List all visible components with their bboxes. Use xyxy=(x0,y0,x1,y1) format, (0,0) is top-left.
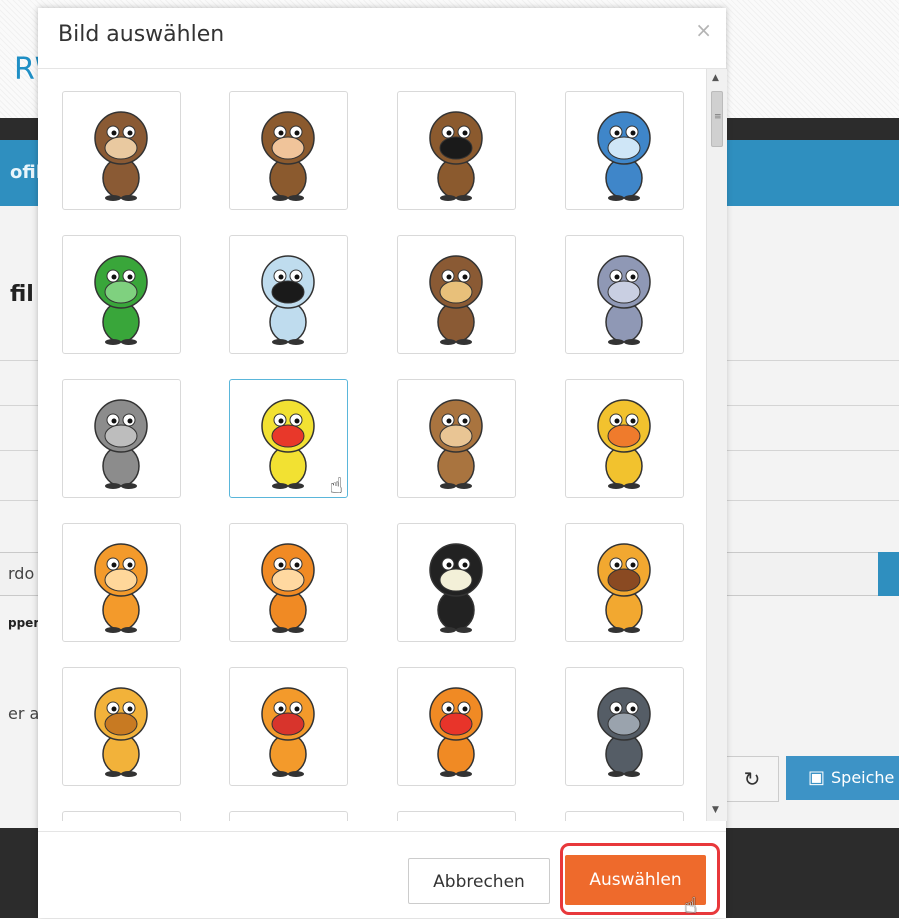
scrollbar-thumb[interactable]: ≡ xyxy=(711,91,723,147)
chicken-icon xyxy=(261,687,315,777)
animal-tile-dolphin[interactable] xyxy=(565,91,684,210)
moose-icon xyxy=(429,255,483,345)
divider xyxy=(38,831,726,832)
animal-tile-rooster[interactable] xyxy=(397,667,516,786)
background-input-button[interactable] xyxy=(878,552,899,596)
fish-icon xyxy=(597,399,651,489)
animal-tile-monkey-2[interactable] xyxy=(229,91,348,210)
crocodile-icon xyxy=(94,255,148,345)
animal-tile-fish[interactable] xyxy=(565,379,684,498)
animal-tile-giraffe-2[interactable] xyxy=(62,667,181,786)
save-label: Speiche xyxy=(831,768,895,787)
owl-icon xyxy=(429,399,483,489)
image-picker-dialog: Bild auswählen × ☝ ▲ ≡ ▼ Abbrechen Auswä… xyxy=(38,8,727,919)
animal-tile-animal-22[interactable] xyxy=(229,811,348,821)
refresh-button[interactable]: ↻ xyxy=(725,756,779,802)
close-icon[interactable]: × xyxy=(695,18,712,42)
polar-bear-icon xyxy=(261,255,315,345)
giraffe-icon xyxy=(597,543,651,633)
background-input-value: rdo xyxy=(8,564,35,583)
hand-cursor-icon: ☝ xyxy=(329,474,343,499)
scroll-down-arrow-icon[interactable]: ▼ xyxy=(712,805,719,815)
animal-tile-duck[interactable]: ☝ xyxy=(229,379,348,499)
duck-icon xyxy=(261,399,315,489)
animal-tile-animal-24[interactable] xyxy=(565,811,684,821)
animal-tile-elephant-2[interactable] xyxy=(62,379,181,498)
floppy-disk-icon: ▣ xyxy=(808,767,826,788)
animal-tile-elephant[interactable] xyxy=(565,235,684,354)
animal-tile-animal-21[interactable] xyxy=(62,811,181,821)
scrollbar[interactable]: ▲ ≡ ▼ xyxy=(706,69,727,821)
background-text: er a xyxy=(8,704,40,723)
elephant-icon xyxy=(597,255,651,345)
animal-tile-bear[interactable] xyxy=(397,91,516,210)
rooster-icon xyxy=(429,687,483,777)
animal-tile-polar-bear[interactable] xyxy=(229,235,348,354)
hand-cursor-icon: ☝ xyxy=(684,894,698,919)
page-heading: fil xyxy=(10,282,34,307)
toucan-icon xyxy=(429,543,483,633)
animal-tile-chicken[interactable] xyxy=(229,667,348,786)
animal-tile-shark[interactable] xyxy=(565,667,684,786)
animal-tile-monkey[interactable] xyxy=(62,91,181,210)
image-grid: ☝ xyxy=(38,69,726,821)
dialog-title: Bild auswählen xyxy=(58,22,225,47)
animal-tile-moose[interactable] xyxy=(397,235,516,354)
fox-icon xyxy=(261,543,315,633)
monkey-2-icon xyxy=(261,111,315,201)
cancel-button[interactable]: Abbrechen xyxy=(408,858,550,904)
cat-icon xyxy=(94,543,148,633)
animal-tile-crocodile[interactable] xyxy=(62,235,181,354)
shark-icon xyxy=(597,687,651,777)
dolphin-icon xyxy=(597,111,651,201)
animal-tile-owl[interactable] xyxy=(397,379,516,498)
monkey-icon xyxy=(94,111,148,201)
giraffe-2-icon xyxy=(94,687,148,777)
elephant-2-icon xyxy=(94,399,148,489)
animal-tile-toucan[interactable] xyxy=(397,523,516,642)
refresh-icon: ↻ xyxy=(743,767,761,791)
scroll-up-arrow-icon[interactable]: ▲ xyxy=(712,73,719,83)
save-button[interactable]: ▣ Speiche xyxy=(786,756,899,800)
animal-tile-fox[interactable] xyxy=(229,523,348,642)
animal-tile-giraffe[interactable] xyxy=(565,523,684,642)
bear-icon xyxy=(429,111,483,201)
background-label: pper xyxy=(8,616,40,630)
animal-tile-cat[interactable] xyxy=(62,523,181,642)
animal-tile-animal-23[interactable] xyxy=(397,811,516,821)
